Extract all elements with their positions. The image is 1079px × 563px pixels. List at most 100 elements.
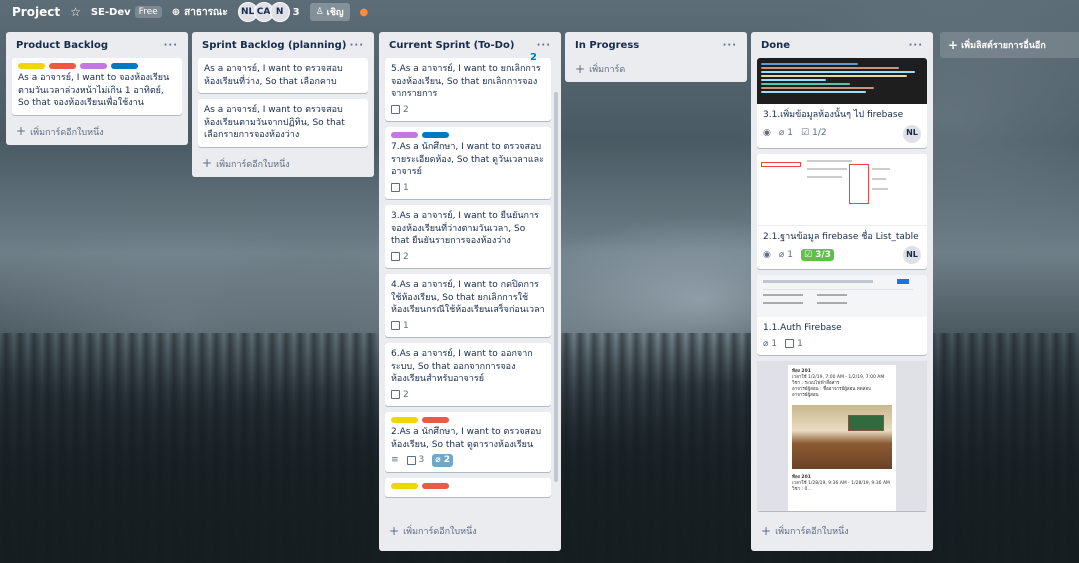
attachment-badge: ⌀ 1: [779, 249, 793, 262]
checkbox-icon: ☑: [801, 128, 810, 139]
card-title: As a อาจารย์, I want to ตรวจสอบห้องเรียน…: [204, 64, 343, 87]
book-icon: [406, 455, 416, 465]
avatar[interactable]: NL: [903, 246, 921, 264]
card[interactable]: [385, 477, 551, 497]
card-cover-image: [757, 153, 927, 226]
card-labels: [18, 63, 176, 69]
team-button[interactable]: SE-Dev Free: [91, 6, 162, 18]
add-card-label: เพิ่มการ์ดอีกใบหนึ่ง: [30, 127, 104, 138]
board-title[interactable]: Project: [12, 5, 60, 19]
card[interactable]: 5.As a อาจารย์, I want to ยกเลิกการจองห้…: [385, 58, 551, 121]
board-header: Project ☆ SE-Dev Free ⊕ สาธารณะ NL CA N …: [0, 0, 1079, 24]
avatar[interactable]: N: [269, 2, 290, 22]
checklist-count: 3: [418, 455, 425, 465]
list-menu-icon[interactable]: ···: [350, 40, 364, 51]
card[interactable]: ห้อง 201 เวลาใช้ 1/2/19, 7:00 AM - 1/2/1…: [757, 361, 927, 511]
card-cover-image: ห้อง 201 เวลาใช้ 1/2/19, 7:00 AM - 1/2/1…: [757, 361, 927, 511]
checklist-badge: 2: [391, 104, 409, 117]
list-done: Done ··· 3.1.เพิ่มข้อมูลห้องนั้นๆ ไป fir…: [751, 32, 933, 551]
list-title[interactable]: Current Sprint (To-Do): [389, 40, 514, 51]
add-card-label: เพิ่มการ์ด: [589, 65, 626, 75]
checklist-count: 2: [403, 389, 409, 400]
add-list-button[interactable]: + เพิ่มลิสต์รายการอื่นอีก: [940, 32, 1079, 58]
checklist-badge: 2: [391, 389, 409, 402]
classroom-photo: [792, 405, 892, 469]
label-yellow: [18, 63, 45, 69]
card-title: As a อาจารย์, I want to ตรวจสอบห้องเรียน…: [204, 105, 345, 140]
list-header[interactable]: In Progress ···: [571, 32, 741, 58]
card-badges: ◉ ⌀ 1 ☑ 1/2 NL: [763, 124, 921, 143]
card[interactable]: As a อาจารย์, I want to ตรวจสอบห้องเรียน…: [198, 58, 368, 93]
star-icon[interactable]: ☆: [70, 5, 81, 19]
card[interactable]: 6.As a อาจารย์, I want to ออกจากระบบ, So…: [385, 343, 551, 406]
card[interactable]: 3.1.เพิ่มข้อมูลห้องนั้นๆ ไป firebase ◉ ⌀…: [757, 58, 927, 148]
checklist-count: 2: [403, 104, 409, 115]
list-title[interactable]: Product Backlog: [16, 40, 108, 51]
add-card-button[interactable]: + เพิ่มการ์ดอีกใบหนึ่ง: [385, 520, 555, 538]
card[interactable]: 3.As a อาจารย์, I want to ยืนยันการจองห้…: [385, 205, 551, 268]
checklist-badge: 1: [391, 320, 409, 333]
list-header[interactable]: Sprint Backlog (planning) ···: [198, 32, 368, 58]
paperclip-icon: ⌀: [763, 338, 769, 349]
label-yellow: [391, 482, 418, 489]
eye-icon: ◉: [763, 128, 771, 139]
power-up-icon[interactable]: ●: [360, 7, 369, 18]
card[interactable]: 4.As a อาจารย์, I want to กดปิดการใช้ห้อ…: [385, 274, 551, 337]
list-menu-icon[interactable]: ···: [164, 40, 178, 51]
label-blue: [422, 132, 449, 138]
list-header[interactable]: Product Backlog ···: [12, 32, 182, 58]
list-scrollbar[interactable]: [554, 92, 558, 482]
list-title[interactable]: Sprint Backlog (planning): [202, 40, 346, 51]
eye-icon: ◉: [763, 249, 771, 260]
card-title: 4.As a อาจารย์, I want to กดปิดการใช้ห้อ…: [391, 280, 545, 315]
card-badges: 2: [391, 389, 545, 402]
card[interactable]: 2.1.ฐานข้อมูล firebase ชื่อ List_table ◉…: [757, 153, 927, 269]
member-count[interactable]: 3: [293, 7, 300, 18]
visibility-label: สาธารณะ: [184, 6, 228, 18]
card-badges: 2: [391, 104, 545, 117]
checklist-badge: ☑ 3/3: [801, 248, 834, 262]
add-card-button[interactable]: + เพิ่มการ์ดอีกใบหนึ่ง: [198, 153, 368, 171]
checklist-count: 1: [403, 320, 409, 331]
checkbox-icon: ☑: [804, 249, 813, 260]
visibility-button[interactable]: ⊕ สาธารณะ: [172, 5, 228, 20]
add-card-button[interactable]: + เพิ่มการ์ดอีกใบหนึ่ง: [757, 520, 927, 538]
list-menu-icon[interactable]: ···: [909, 40, 923, 51]
list-menu-icon[interactable]: ···: [537, 40, 551, 51]
add-card-button[interactable]: + เพิ่มการ์ดอีกใบหนึ่ง: [12, 121, 182, 139]
person-add-icon: ♙: [315, 7, 324, 17]
list-header[interactable]: Done ···: [757, 32, 927, 58]
invite-button[interactable]: ♙ เชิญ: [309, 3, 350, 21]
paperclip-icon: ⌀: [778, 128, 785, 139]
card-title: 3.1.เพิ่มข้อมูลห้องนั้นๆ ไป firebase: [763, 110, 904, 120]
card[interactable]: 1.1.Auth Firebase ⌀ 1 1: [757, 275, 927, 355]
card[interactable]: As a อาจารย์, I want to จองห้องเรียนตามว…: [12, 58, 182, 115]
plus-icon: +: [575, 61, 586, 76]
checklist-badge: 1: [785, 338, 803, 351]
attachment-count: 1: [787, 249, 794, 260]
card[interactable]: 7.As a นักศึกษา, I want to ตรวจสอบรายระเ…: [385, 127, 551, 199]
label-yellow: [391, 417, 418, 423]
plus-icon: +: [389, 523, 400, 538]
list-menu-icon[interactable]: ···: [723, 40, 737, 51]
card-cover-image: [757, 58, 927, 104]
card-badges: 1: [391, 182, 545, 195]
avatar[interactable]: NL: [903, 124, 921, 143]
list-sprint-backlog: Sprint Backlog (planning) ··· As a อาจาร…: [192, 32, 374, 177]
add-card-button[interactable]: + เพิ่มการ์ด: [571, 58, 741, 76]
list-title[interactable]: In Progress: [575, 40, 639, 51]
card[interactable]: 2.As a นักศึกษา, I want to ตรวจสอบห้องเร…: [385, 412, 551, 472]
plus-icon: +: [948, 37, 959, 52]
attachment-count: 1: [771, 338, 778, 349]
attachment-count: 1: [787, 128, 794, 139]
card-title: 1.1.Auth Firebase: [763, 323, 842, 333]
card-title: 5.As a อาจารย์, I want to ยกเลิกการจองห้…: [391, 64, 541, 99]
card-title: 3.As a อาจารย์, I want to ยืนยันการจองห้…: [391, 211, 539, 246]
attachment-count: 2: [443, 455, 450, 465]
card-badges: 2: [391, 251, 545, 264]
card[interactable]: As a อาจารย์, I want to ตรวจสอบห้องเรียน…: [198, 99, 368, 147]
list-title[interactable]: Done: [761, 40, 790, 51]
attachment-badge: ⌀ 2: [432, 454, 453, 467]
description-icon: ≡: [391, 455, 399, 465]
label-purple: [80, 63, 107, 69]
